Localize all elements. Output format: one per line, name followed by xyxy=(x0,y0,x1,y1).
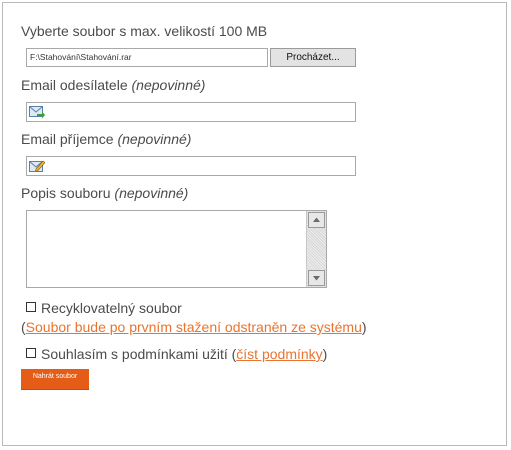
sender-email-field[interactable] xyxy=(26,102,356,122)
file-label: Vyberte soubor s max. velikostí 100 MB xyxy=(21,23,268,39)
recyclable-note: (Soubor bude po prvním stažení odstraněn… xyxy=(21,319,367,335)
agree-row: Souhlasím s podmínkami užití (číst podmí… xyxy=(41,346,327,362)
recipient-email-label: Email příjemce (nepovinné) xyxy=(21,131,191,147)
description-label-text: Popis souboru xyxy=(21,185,111,201)
recipient-email-optional: (nepovinné) xyxy=(117,131,192,147)
envelope-pencil-icon xyxy=(29,159,46,173)
description-textarea[interactable] xyxy=(26,210,327,288)
file-path-input[interactable]: F:\Stahování\Stahování.rar xyxy=(26,48,268,67)
recyclable-checkbox[interactable] xyxy=(26,302,36,312)
description-optional: (nepovinné) xyxy=(114,185,189,201)
description-scrollbar[interactable] xyxy=(306,211,326,287)
sender-email-label-text: Email odesílatele xyxy=(21,77,128,93)
agree-label: Souhlasím s podmínkami užití ( xyxy=(41,346,237,362)
agree-close: ) xyxy=(322,346,328,362)
sender-email-label: Email odesílatele (nepovinné) xyxy=(21,77,205,93)
upload-button[interactable]: Nahrát soubor xyxy=(21,369,89,390)
recyclable-note-close: ) xyxy=(361,319,367,335)
recyclable-note-link[interactable]: Soubor bude po prvním stažení odstraněn … xyxy=(26,319,362,335)
sender-email-optional: (nepovinné) xyxy=(131,77,206,93)
triangle-down-icon xyxy=(313,276,320,281)
recyclable-label: Recyklovatelný soubor xyxy=(41,300,182,316)
description-label: Popis souboru (nepovinné) xyxy=(21,185,188,201)
scroll-up-button[interactable] xyxy=(308,212,325,228)
envelope-arrow-icon xyxy=(29,105,45,119)
recipient-email-field[interactable] xyxy=(26,156,356,176)
browse-button[interactable]: Procházet... xyxy=(270,48,356,67)
recipient-email-label-text: Email příjemce xyxy=(21,131,114,147)
scroll-down-button[interactable] xyxy=(308,270,325,286)
terms-link[interactable]: číst podmínky xyxy=(236,346,322,362)
agree-checkbox[interactable] xyxy=(26,348,36,358)
triangle-up-icon xyxy=(313,217,320,222)
